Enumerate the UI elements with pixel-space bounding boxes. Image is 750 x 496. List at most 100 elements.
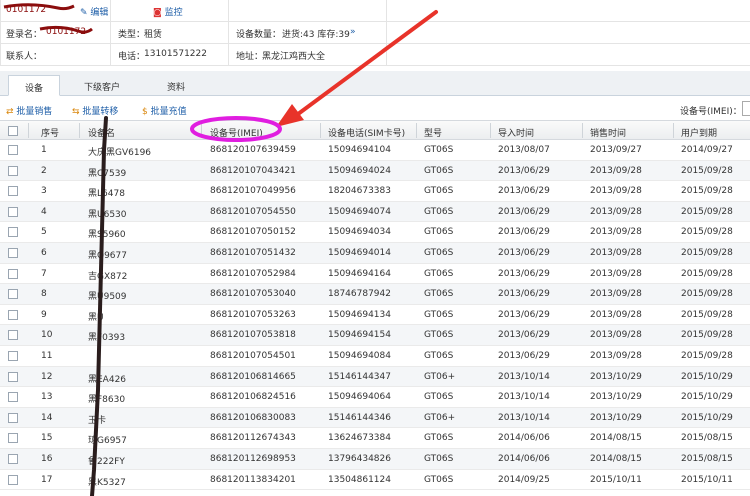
login-value: 0101172 xyxy=(46,27,87,37)
search-label: 设备号(IMEI)： xyxy=(680,107,742,117)
camera-icon: ◙ xyxy=(153,8,162,18)
col-header-imei[interactable]: 设备号(IMEI) xyxy=(210,126,263,139)
col-header-expiry[interactable]: 用户到期 xyxy=(681,126,717,139)
row-checkbox[interactable] xyxy=(8,351,18,361)
monitor-link[interactable]: ◙ 监控 xyxy=(153,5,183,18)
row-checkbox[interactable] xyxy=(8,165,18,176)
imei-search-input[interactable] xyxy=(742,101,750,116)
info-divider xyxy=(110,0,111,66)
cell-imei: 868120107050152 xyxy=(210,227,296,238)
cell-sale-time: 2013/09/27 xyxy=(590,145,642,155)
cell-import-time: 2013/06/29 xyxy=(498,248,550,258)
table-row[interactable]: 16 鲁222FY 868120112698953 13796434826 GT06S 2… xyxy=(0,449,750,470)
cell-expiry: 2015/09/28 xyxy=(681,165,733,176)
cell-sim: 15094694154 xyxy=(328,330,391,341)
cell-imei: 868120107639459 xyxy=(210,145,296,155)
table-row[interactable]: 1 大庆黑GV6196 868120107639459 15094694104 GT06… xyxy=(0,140,750,161)
table-row[interactable]: 13 黑F8630 868120106824516 15094694064 GT06S 2… xyxy=(0,387,750,408)
cell-index: 4 xyxy=(41,206,47,217)
cell-expiry: 2015/09/28 xyxy=(681,186,733,197)
device-count-more-link[interactable]: » xyxy=(350,27,356,37)
col-divider xyxy=(79,123,80,138)
cell-import-time: 2013/06/29 xyxy=(498,309,550,320)
cell-imei: 868120106824516 xyxy=(210,392,296,403)
batch-transfer-button[interactable]: ⇆ 批量转移 xyxy=(72,104,118,117)
table-row[interactable]: 3 黑L6478 868120107049956 18204673383 GT06S 20… xyxy=(0,181,750,202)
cell-imei: 868120107053818 xyxy=(210,330,296,341)
table-row[interactable]: 7 吉GX872 868120107052984 15094694164 GT06S 20… xyxy=(0,264,750,285)
table-row[interactable]: 15 琼G6957 868120112674343 13624673384 GT06S 2… xyxy=(0,428,750,449)
tab-sub-customers[interactable]: 下级客户 xyxy=(72,75,132,96)
row-checkbox[interactable] xyxy=(8,412,18,423)
cell-index: 9 xyxy=(41,309,47,320)
table-row[interactable]: 6 黑Q9677 868120107051432 15094694014 GT06S 20… xyxy=(0,243,750,264)
cell-device-name: 黑K5327 xyxy=(88,477,126,488)
edit-link[interactable]: ✎ 编辑 xyxy=(80,5,108,18)
batch-transfer-label: 批量转移 xyxy=(82,107,119,117)
cell-index: 16 xyxy=(41,454,53,464)
table-row[interactable]: 5 黑S5960 868120107050152 15094694034 GT06S 20… xyxy=(0,222,750,243)
cell-imei: 868120107054550 xyxy=(210,206,296,217)
tab-materials[interactable]: 资料 xyxy=(150,75,202,96)
cell-model: GT06S xyxy=(424,330,454,341)
transfer-icon: ⇆ xyxy=(72,107,80,117)
row-checkbox[interactable] xyxy=(8,454,18,464)
cell-index: 12 xyxy=(41,371,53,382)
select-all-checkbox[interactable] xyxy=(8,126,18,136)
pencil-icon: ✎ xyxy=(80,8,88,18)
table-row[interactable]: 4 黑U6530 868120107054550 15094694074 GT06S 20… xyxy=(0,201,750,223)
cell-device-name: 琼G6957 xyxy=(88,436,127,447)
row-checkbox[interactable] xyxy=(8,474,18,485)
row-checkbox[interactable] xyxy=(8,433,18,444)
cell-model: GT06S xyxy=(424,145,454,155)
cell-device-name: 黑Q9677 xyxy=(88,251,127,261)
col-divider xyxy=(490,123,491,138)
table-row[interactable]: 11 868120107054501 15094694084 GT06S 2013/06… xyxy=(0,346,750,367)
batch-recharge-button[interactable]: $ 批量充值 xyxy=(142,104,187,117)
col-header-sale-time[interactable]: 销售时间 xyxy=(590,126,626,139)
table-row[interactable]: 12 黑EA426 868120106814665 15146144347 GT06+ 2… xyxy=(0,366,750,388)
cell-import-time: 2013/08/07 xyxy=(498,145,550,155)
tab-devices[interactable]: 设备 xyxy=(8,75,60,96)
table-row[interactable]: 9 黑U 868120107053263 15094694134 GT06S 2013/0… xyxy=(0,305,750,326)
cell-index: 13 xyxy=(41,392,53,403)
row-checkbox[interactable] xyxy=(8,227,18,238)
table-row[interactable]: 17 黑K5327 868120113834201 13504861124 GT06S 2… xyxy=(0,470,750,491)
cell-device-name: 黑F0393 xyxy=(88,333,126,344)
row-checkbox[interactable] xyxy=(8,371,18,382)
cell-imei: 868120107053040 xyxy=(210,289,296,300)
row-checkbox[interactable] xyxy=(8,268,18,279)
table-row[interactable]: 14 玉卡 868120106830083 15146144346 GT06+ 2013/… xyxy=(0,407,750,429)
row-checkbox[interactable] xyxy=(8,392,18,403)
col-header-model[interactable]: 型号 xyxy=(424,126,442,139)
row-checkbox[interactable] xyxy=(8,330,18,341)
cell-expiry: 2015/09/28 xyxy=(681,309,733,320)
row-checkbox[interactable] xyxy=(8,186,18,197)
cell-expiry: 2015/09/28 xyxy=(681,206,733,217)
row-checkbox[interactable] xyxy=(8,145,18,155)
row-checkbox[interactable] xyxy=(8,248,18,258)
edit-link-label: 编辑 xyxy=(90,8,109,18)
cell-index: 7 xyxy=(41,268,47,279)
row-checkbox[interactable] xyxy=(8,289,18,300)
table-row[interactable]: 8 黑U9509 868120107053040 18746787942 GT06S 20… xyxy=(0,284,750,305)
row-checkbox[interactable] xyxy=(8,309,18,320)
cell-expiry: 2015/10/11 xyxy=(681,474,733,485)
cell-index: 17 xyxy=(41,474,53,485)
table-row[interactable]: 10 黑F0393 868120107053818 15094694154 GT06S 2… xyxy=(0,325,750,346)
col-header-device-name[interactable]: 设备名 xyxy=(88,126,115,139)
row-checkbox[interactable] xyxy=(8,206,18,217)
toolbar: ⇄ 批量销售 ⇆ 批量转移 $ 批量充值 设备号(IMEI)： xyxy=(0,100,750,119)
table-row[interactable]: 2 黑C7539 868120107043421 15094694024 GT06S 20… xyxy=(0,160,750,182)
col-divider xyxy=(201,123,202,138)
cell-sale-time: 2013/09/28 xyxy=(590,309,642,320)
col-header-index[interactable]: 序号 xyxy=(41,126,59,139)
col-header-import-time[interactable]: 导入时间 xyxy=(498,126,534,139)
cell-sim: 15094694104 xyxy=(328,145,391,155)
cell-expiry: 2015/09/28 xyxy=(681,268,733,279)
cell-model: GT06S xyxy=(424,309,454,320)
batch-sale-button[interactable]: ⇄ 批量销售 xyxy=(6,104,52,117)
cell-sale-time: 2013/09/28 xyxy=(590,248,642,258)
cell-sale-time: 2013/09/28 xyxy=(590,165,642,176)
col-header-sim[interactable]: 设备电话(SIM卡号) xyxy=(328,126,405,139)
